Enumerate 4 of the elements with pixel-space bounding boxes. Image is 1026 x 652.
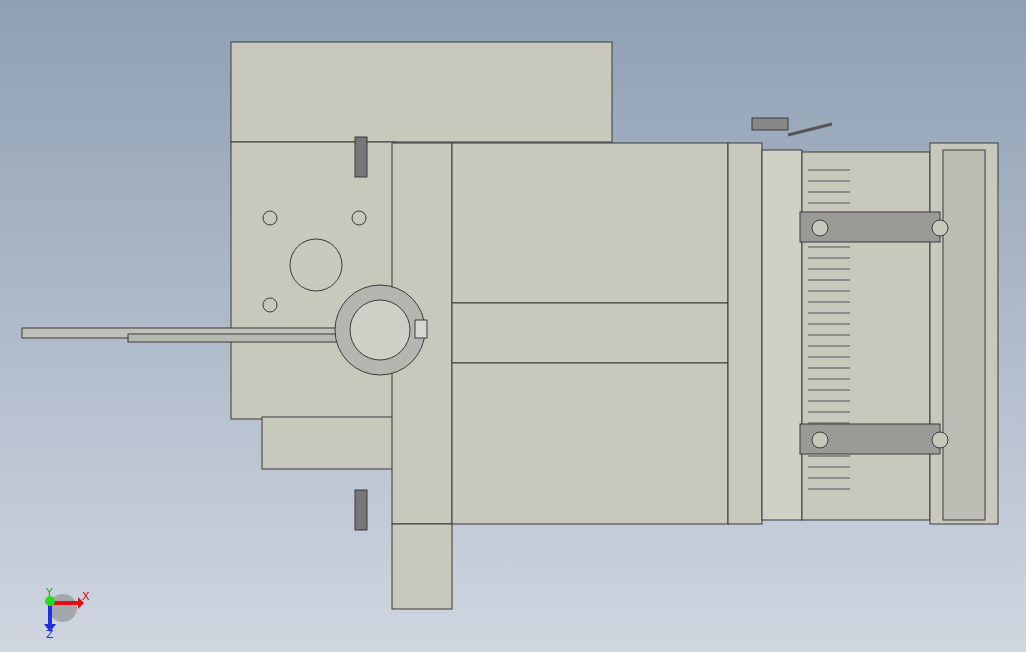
y-axis-label: Y [46, 586, 53, 599]
axis-triad-drawing [44, 594, 84, 632]
z-axis-label: Z [46, 628, 54, 641]
x-axis-label: X [82, 590, 90, 603]
